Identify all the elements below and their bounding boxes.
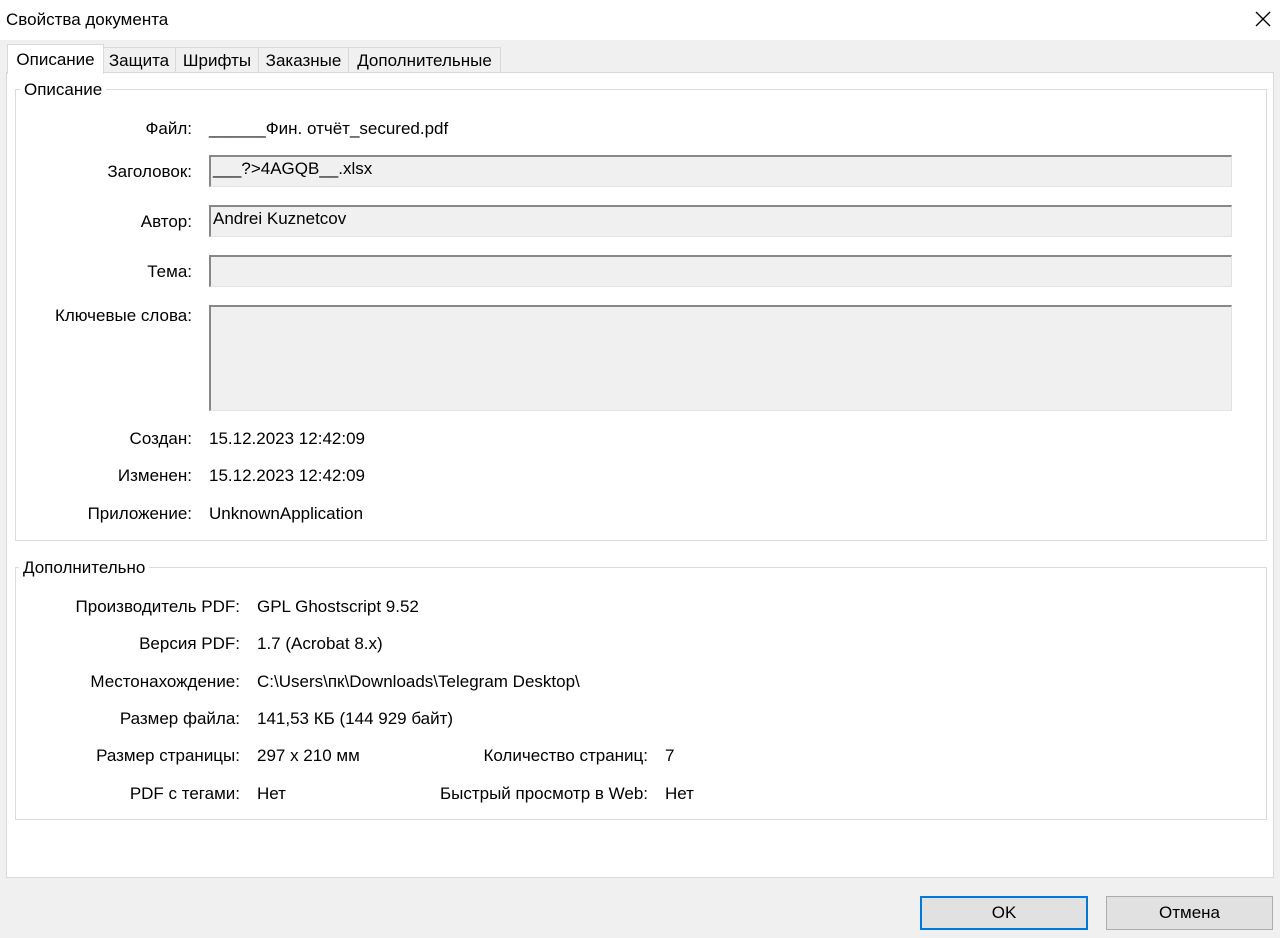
file-label: Файл: bbox=[145, 119, 192, 138]
producer-value: GPL Ghostscript 9.52 bbox=[257, 597, 419, 616]
advanced-legend: Дополнительно bbox=[19, 558, 150, 578]
subject-field[interactable] bbox=[209, 255, 1232, 287]
filesize-value: 141,53 КБ (144 929 байт) bbox=[257, 709, 454, 728]
ok-button[interactable]: OK bbox=[920, 896, 1088, 930]
window-title: Свойства документа bbox=[6, 10, 169, 29]
tab-description[interactable]: Описание bbox=[7, 44, 104, 74]
tab-security[interactable]: Защита bbox=[102, 47, 176, 73]
producer-label: Производитель PDF: bbox=[75, 597, 240, 616]
subject-label: Тема: bbox=[147, 262, 192, 281]
close-icon bbox=[1255, 11, 1271, 27]
modified-label: Изменен: bbox=[117, 466, 192, 485]
close-button[interactable] bbox=[1248, 4, 1278, 34]
created-value: 15.12.2023 12:42:09 bbox=[209, 429, 365, 448]
title-field[interactable]: ___?>4AGQB__.xlsx bbox=[209, 155, 1232, 187]
tab-fonts[interactable]: Шрифты bbox=[175, 47, 259, 73]
title-label: Заголовок: bbox=[107, 162, 192, 181]
pagesize-label: Размер страницы: bbox=[96, 746, 240, 765]
keywords-field[interactable] bbox=[209, 305, 1232, 411]
fastweb-value: Нет bbox=[665, 784, 694, 803]
modified-value: 15.12.2023 12:42:09 bbox=[209, 466, 365, 485]
application-label: Приложение: bbox=[87, 504, 192, 523]
pagecount-value: 7 bbox=[665, 746, 675, 765]
tagged-label: PDF с тегами: bbox=[129, 784, 240, 803]
author-field[interactable]: Andrei Kuznetcov bbox=[209, 205, 1232, 237]
created-label: Создан: bbox=[129, 429, 192, 448]
location-value: C:\Users\пк\Downloads\Telegram Desktop\ bbox=[257, 672, 580, 691]
tagged-value: Нет bbox=[257, 784, 286, 803]
title-bar bbox=[0, 0, 1280, 40]
tab-custom[interactable]: Заказные bbox=[258, 47, 349, 73]
application-value: UnknownApplication bbox=[209, 504, 364, 523]
location-label: Местонахождение: bbox=[90, 672, 240, 691]
cancel-button[interactable]: Отмена bbox=[1106, 896, 1273, 930]
file-value: ______Фин. отчёт_secured.pdf bbox=[209, 119, 449, 138]
version-value: 1.7 (Acrobat 8.x) bbox=[257, 634, 383, 653]
pagecount-label: Количество страниц: bbox=[483, 746, 648, 765]
pagesize-value: 297 x 210 мм bbox=[257, 746, 360, 765]
version-label: Версия PDF: bbox=[139, 634, 240, 653]
author-label: Автор: bbox=[140, 212, 192, 231]
tab-advanced[interactable]: Дополнительные bbox=[348, 47, 501, 73]
description-legend: Описание bbox=[20, 80, 107, 100]
filesize-label: Размер файла: bbox=[119, 709, 240, 728]
fastweb-label: Быстрый просмотр в Web: bbox=[439, 784, 648, 803]
keywords-label: Ключевые слова: bbox=[54, 306, 192, 325]
